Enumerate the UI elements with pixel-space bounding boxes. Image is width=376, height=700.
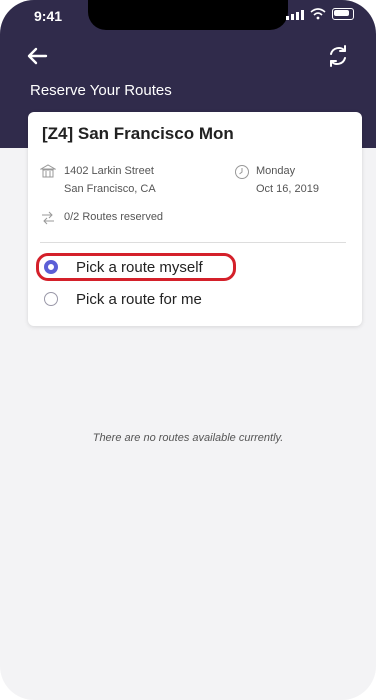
empty-state-message: There are no routes available currently. [92,432,284,444]
page-title: Reserve Your Routes [30,82,172,99]
route-card: [Z4] San Francisco Mon 1402 Larkin Stree… [28,112,362,326]
date: Oct 16, 2019 [256,183,319,195]
status-time: 9:41 [34,8,63,24]
date-info: Monday Oct 16, 2019 [256,162,319,198]
divider [40,242,346,243]
address-line-1: 1402 Larkin Street [64,165,154,177]
routes-reserved: 0/2 Routes reserved [64,211,164,223]
address: 1402 Larkin Street San Francisco, CA [64,162,156,198]
radio-unselected-icon[interactable] [44,292,58,306]
card-title: [Z4] San Francisco Mon [42,124,234,143]
clock-icon [235,165,249,179]
wifi-icon [310,8,326,20]
battery-icon [332,8,354,20]
highlight-outline [36,253,236,281]
address-line-2: San Francisco, CA [64,183,156,195]
phone-screen: 9:41 Reserve Your Routes [Z4] San Franci… [0,0,376,700]
status-icons [286,8,354,20]
signal-icon [286,8,304,20]
back-arrow-icon[interactable] [24,42,52,70]
building-icon [40,164,56,178]
refresh-icon[interactable] [324,42,352,70]
day: Monday [256,165,296,177]
option-label: Pick a route for me [76,290,202,308]
option-pick-route-for-me[interactable]: Pick a route for me [36,285,336,313]
routes-icon [42,211,54,225]
notch [88,0,288,30]
